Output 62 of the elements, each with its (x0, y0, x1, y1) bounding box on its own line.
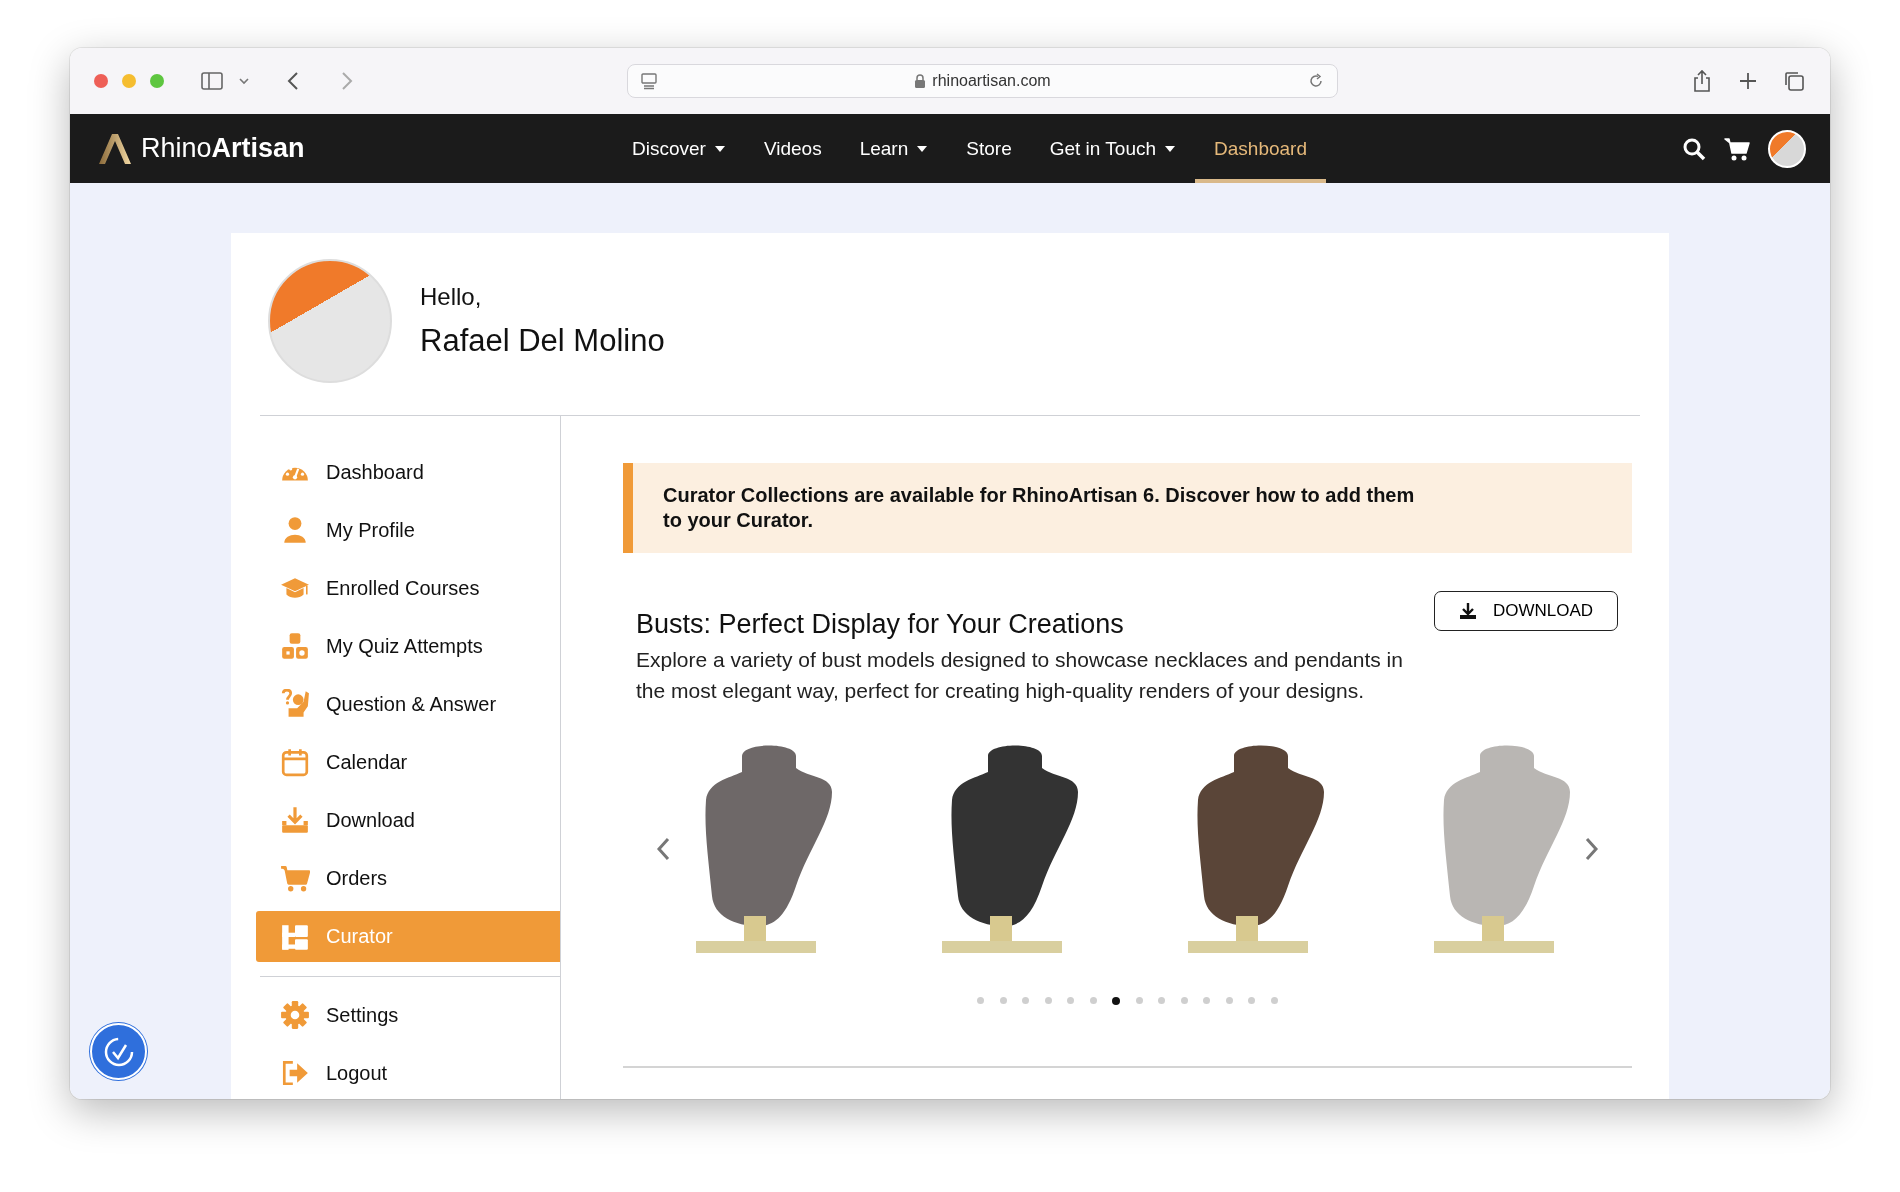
calendar-icon (280, 747, 310, 777)
carousel-dot[interactable] (1225, 997, 1233, 1004)
sidebar-icon[interactable] (200, 69, 224, 93)
close-button[interactable] (94, 74, 108, 88)
user-name: Rafael Del Molino (420, 323, 665, 359)
carousel-dot[interactable] (1022, 997, 1030, 1004)
address-bar[interactable]: rhinoartisan.com (627, 64, 1338, 98)
carousel-dot[interactable] (1067, 997, 1075, 1004)
sidebar-item[interactable]: Download (260, 791, 560, 849)
minimize-button[interactable] (122, 74, 136, 88)
carousel-dot[interactable] (977, 997, 985, 1004)
logout-icon (280, 1058, 310, 1088)
cart-icon (280, 863, 310, 893)
accessibility-button[interactable] (90, 1023, 147, 1080)
sidebar-item[interactable]: Calendar (260, 733, 560, 791)
carousel-dot[interactable] (1089, 997, 1097, 1004)
sidebar-item[interactable]: Enrolled Courses (260, 559, 560, 617)
carousel-dot[interactable] (1158, 997, 1166, 1004)
search-icon[interactable] (1682, 136, 1706, 161)
caret-icon (916, 144, 929, 153)
greeting: Hello, (420, 283, 483, 311)
carousel-dot[interactable] (999, 997, 1007, 1004)
download-button[interactable]: DOWNLOAD (1433, 591, 1618, 631)
sidebar-item[interactable]: Logout (260, 1044, 560, 1099)
cart-icon[interactable] (1724, 136, 1750, 161)
sidebar-item[interactable]: Settings (260, 986, 560, 1044)
carousel-dot[interactable] (1044, 997, 1052, 1004)
download-icon (280, 805, 310, 835)
carousel-dot[interactable] (1203, 997, 1211, 1004)
url-text: rhinoartisan.com (932, 72, 1051, 90)
notice-banner: Curator Collections are available for RhinoArtisan 6. Discover how to add them to your Curator. (623, 463, 1632, 553)
sidebar-item[interactable]: Dashboard (260, 443, 560, 501)
nav-link[interactable]: Videos (744, 114, 841, 183)
sidebar-item[interactable]: My Quiz Attempts (260, 617, 560, 675)
question-person-icon (280, 689, 310, 719)
avatar[interactable] (1768, 129, 1806, 168)
collection-description: Explore a variety of bust models designed to showcase necklaces and pendants in the most elegant way, perfect for creating high-quality renders of your designs. (636, 647, 1404, 704)
carousel-dot[interactable] (1248, 997, 1256, 1004)
sidebar-item[interactable]: Question & Answer (260, 675, 560, 733)
lock-icon (914, 74, 927, 88)
logo-icon[interactable] (97, 133, 131, 164)
zoom-button[interactable] (150, 74, 164, 88)
logo-text[interactable]: RhinoArtisan (141, 133, 305, 164)
carousel-dot[interactable] (1135, 997, 1143, 1004)
nav-link[interactable]: Store (947, 114, 1031, 183)
blocks-icon (280, 631, 310, 661)
tabs-icon[interactable] (1782, 69, 1806, 93)
nav-link[interactable]: Discover (613, 114, 745, 183)
page-icon (640, 72, 658, 90)
download-icon (1458, 602, 1477, 620)
chevron-down-icon[interactable] (238, 75, 250, 87)
nav-link[interactable]: Learn (840, 114, 948, 183)
sidebar-item[interactable]: Orders (260, 849, 560, 907)
carousel-dot[interactable] (1112, 997, 1121, 1005)
reload-icon[interactable] (1307, 72, 1325, 90)
carousel-dot[interactable] (1270, 997, 1278, 1004)
carousel-dot[interactable] (1180, 997, 1188, 1004)
collection-title: Busts: Perfect Display for Your Creations (636, 609, 1125, 640)
caret-icon (1164, 144, 1177, 153)
caret-icon (713, 144, 726, 153)
nav-link[interactable]: Get in Touch (1030, 114, 1196, 183)
sidebar-item[interactable]: My Profile (260, 501, 560, 559)
